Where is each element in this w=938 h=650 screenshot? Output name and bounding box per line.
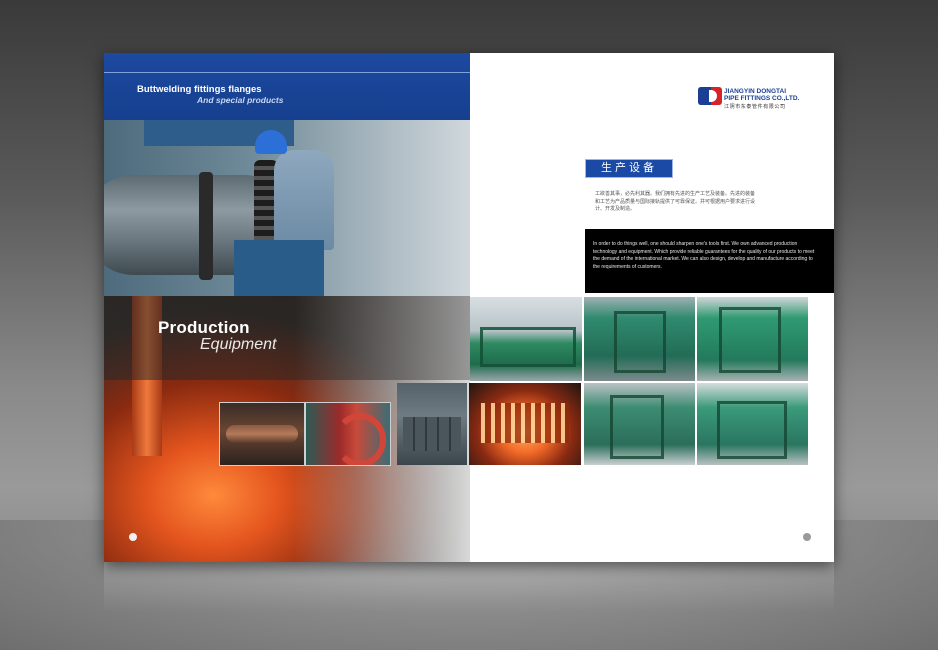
pipe-bends-photo xyxy=(219,402,305,466)
section-title: Production xyxy=(158,318,250,337)
chinese-paragraph: 工欲善其事，必先利其器。我们拥有先进的生产工艺及装备。先进的装备和工艺为产品质量… xyxy=(595,191,756,212)
header-title: Buttwelding fittings flanges xyxy=(137,84,262,95)
section-subtitle: Equipment xyxy=(200,336,277,353)
equipment-photo-3 xyxy=(697,297,808,381)
worker-photo xyxy=(104,120,470,296)
furnace-rack-photo xyxy=(469,383,581,465)
company-name-en: JIANGYIN DONGTAI PIPE FITTINGS CO.,LTD. xyxy=(724,88,799,102)
left-page: Buttwelding fittings flanges And special… xyxy=(104,53,470,562)
equipment-photo-4 xyxy=(584,383,695,465)
forged-blocks-photo xyxy=(397,383,467,465)
page-marker-right xyxy=(803,533,811,541)
helmet-shape xyxy=(255,130,287,154)
equipment-photo-2 xyxy=(584,297,695,381)
blue-machine xyxy=(234,240,324,296)
company-logo-icon xyxy=(698,87,722,105)
header-subtitle: And special products xyxy=(197,95,284,105)
brochure-reflection xyxy=(104,562,834,612)
brochure-spread: Buttwelding fittings flanges And special… xyxy=(104,53,834,562)
section-title-band xyxy=(104,296,470,380)
red-fittings-photo xyxy=(305,402,391,466)
company-name-line2: PIPE FITTINGS CO.,LTD. xyxy=(724,95,800,102)
header-rule xyxy=(104,72,470,73)
worker-figure xyxy=(274,150,334,250)
equipment-photo-1 xyxy=(470,297,582,381)
section-badge: 生产设备 xyxy=(585,159,673,178)
left-page-header: Buttwelding fittings flanges And special… xyxy=(104,53,470,120)
english-paragraph: In order to do things well, one should s… xyxy=(593,241,815,270)
company-name-line1: JIANGYIN DONGTAI xyxy=(724,88,786,95)
company-name-cn: 江阴市东泰管件有限公司 xyxy=(724,104,786,110)
page-marker-left xyxy=(129,533,137,541)
equipment-photo-5 xyxy=(697,383,808,465)
strap-shape xyxy=(199,172,213,280)
